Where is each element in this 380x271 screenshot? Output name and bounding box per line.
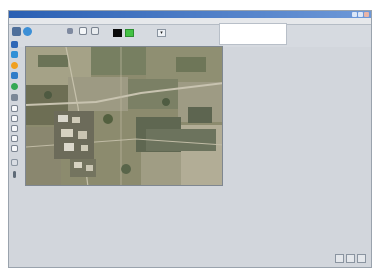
zoom-dropdown[interactable]: ▾ <box>157 29 166 37</box>
pencil-icon[interactable] <box>11 105 18 112</box>
ruler-icon[interactable] <box>11 94 18 101</box>
map-icon[interactable] <box>12 27 21 36</box>
status-button-1[interactable] <box>335 254 344 263</box>
toolbar: ▾ <box>9 25 371 47</box>
grid-icon[interactable] <box>11 159 18 166</box>
select-icon[interactable] <box>79 27 87 35</box>
curve-icon[interactable] <box>11 135 18 142</box>
pin-icon[interactable] <box>13 171 16 178</box>
pan-icon[interactable] <box>67 28 73 34</box>
left-toolbar <box>9 41 21 211</box>
measure-icon[interactable] <box>11 72 18 79</box>
status-button-3[interactable] <box>357 254 366 263</box>
maximize-button[interactable] <box>358 12 363 17</box>
line-icon[interactable] <box>11 115 18 122</box>
layers-icon[interactable] <box>11 41 18 48</box>
map-view[interactable] <box>25 46 223 186</box>
page-icon[interactable] <box>91 27 99 35</box>
status-button-2[interactable] <box>346 254 355 263</box>
application-window: ▾ <box>8 10 372 268</box>
title-bar <box>9 11 371 18</box>
polygon-icon[interactable] <box>11 125 18 132</box>
point-icon[interactable] <box>11 83 18 90</box>
menu-bar <box>9 18 371 25</box>
marker-icon[interactable] <box>11 62 18 69</box>
status-bar-buttons <box>335 254 367 263</box>
shape-icon[interactable] <box>11 145 18 152</box>
close-button[interactable] <box>364 12 369 17</box>
info-icon[interactable] <box>11 51 18 58</box>
minimize-button[interactable] <box>352 12 357 17</box>
satellite-map[interactable] <box>26 47 223 186</box>
globe-icon[interactable] <box>23 27 32 36</box>
green-color-swatch[interactable] <box>125 29 134 37</box>
black-color-swatch[interactable] <box>113 29 122 37</box>
info-panel <box>219 23 287 45</box>
